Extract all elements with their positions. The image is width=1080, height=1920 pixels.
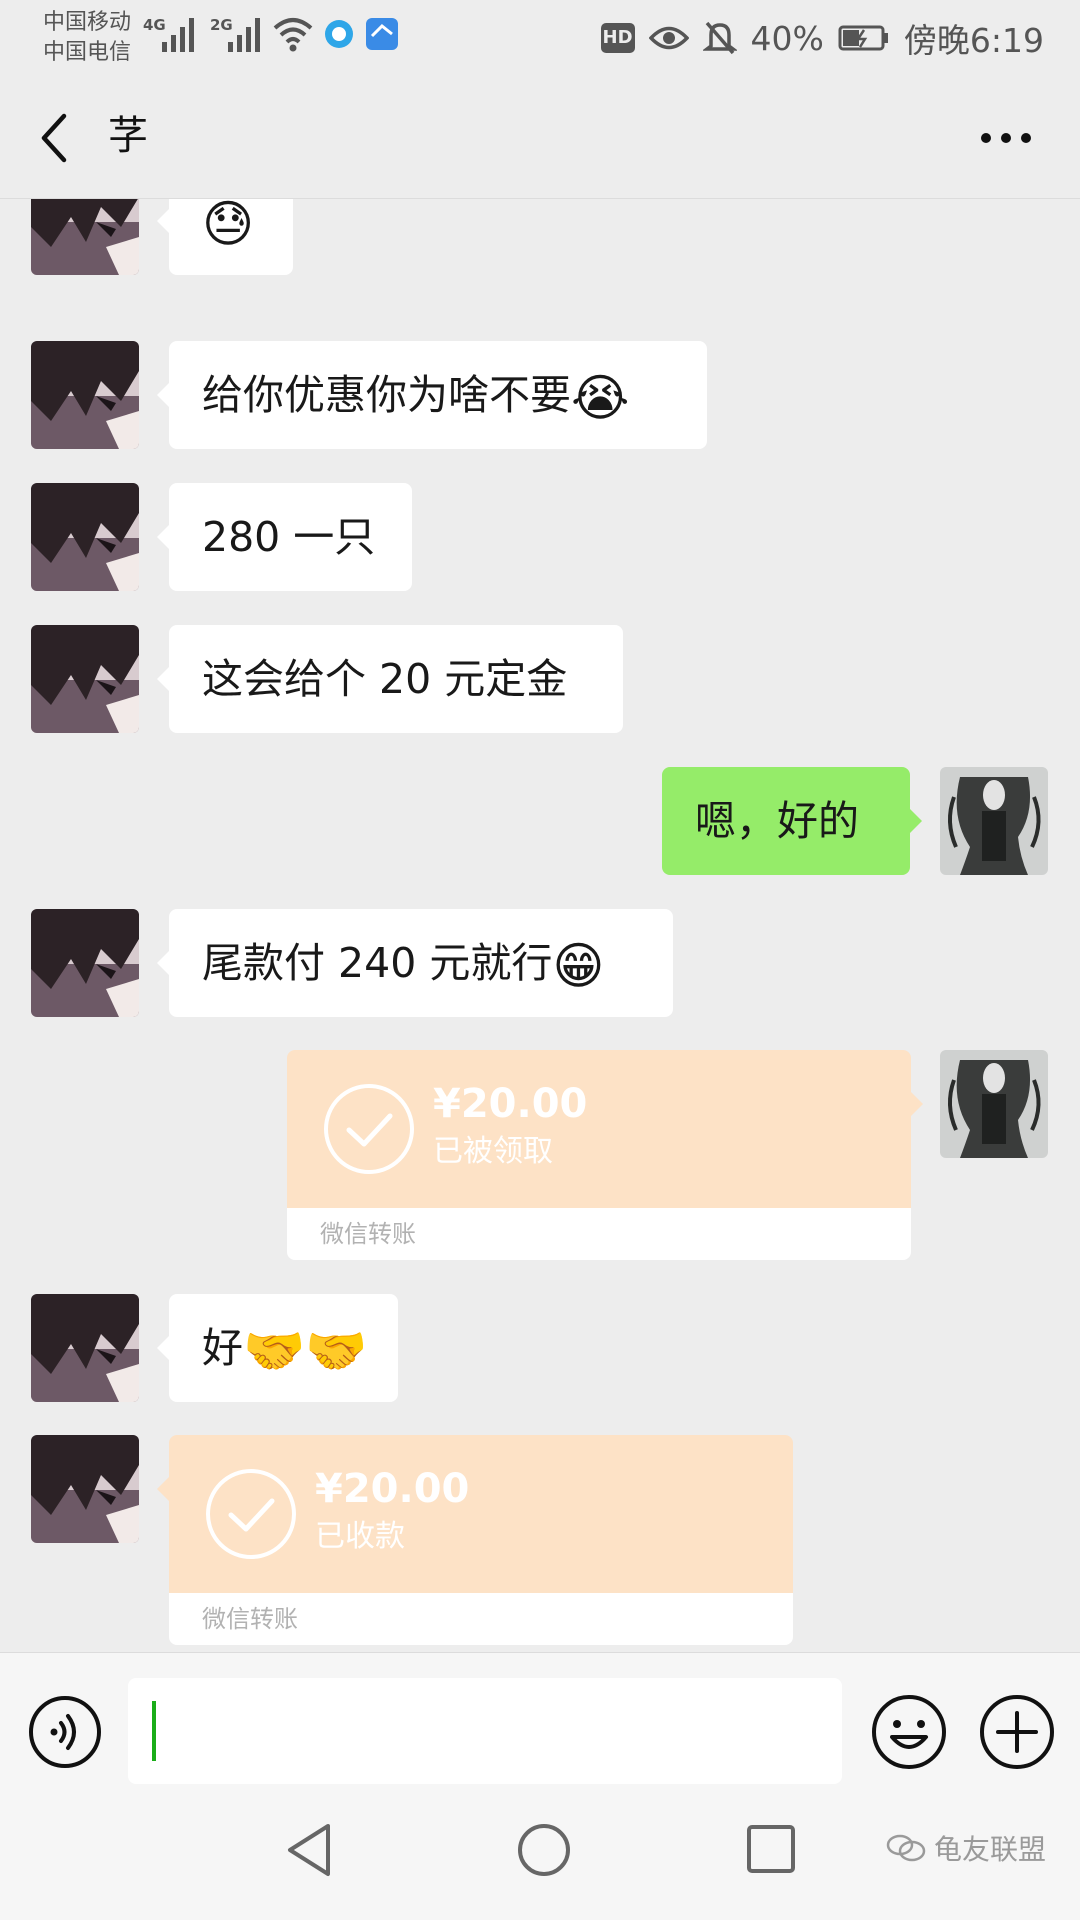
text-cursor [152, 1701, 156, 1761]
transfer-card-received[interactable]: ¥20.00 已收款 微信转账 [157, 1435, 793, 1645]
battery-percent: 40% [750, 18, 824, 58]
contact-avatar[interactable] [31, 1294, 139, 1402]
wifi-icon [273, 18, 313, 52]
carrier-info: 中国移动 中国电信 [43, 8, 131, 68]
transfer-status: 已被领取 [433, 1134, 553, 1169]
message-text: 给你优惠你为啥不要 [202, 371, 571, 419]
contact-avatar[interactable] [31, 909, 139, 1017]
transfer-amount: ¥20.00 [433, 1081, 588, 1127]
my-avatar[interactable] [940, 767, 1048, 875]
message-bubble[interactable]: 这会给个 20 元定金 [157, 625, 623, 733]
contact-avatar[interactable] [31, 483, 139, 591]
more-options-icon[interactable] [978, 128, 1034, 148]
transfer-card-sent[interactable]: ¥20.00 已被领取 微信转账 [287, 1050, 923, 1260]
contact-avatar[interactable] [31, 625, 139, 733]
nav-back-icon[interactable] [282, 1820, 338, 1880]
back-arrow-icon[interactable] [36, 110, 72, 166]
check-circle-icon [206, 1469, 296, 1559]
chat-header: 芓 [0, 80, 1080, 199]
system-nav-bar: 龟友联盟 [0, 1788, 1080, 1920]
emoji: 😓 [202, 199, 255, 253]
message-bubble[interactable]: 😓 [157, 199, 293, 275]
watermark: 龟友联盟 [886, 1828, 1046, 1868]
emoji: 🤝🤝 [243, 1322, 368, 1380]
message-bubble-sent[interactable]: 嗯，好的 [662, 767, 922, 875]
message-text: 好 [202, 1324, 243, 1372]
transfer-label: 微信转账 [287, 1208, 911, 1260]
message-list[interactable]: 😓 给你优惠你为啥不要😭 280 一只 这会给个 20 元定金 嗯，好的 尾款付… [0, 199, 1080, 1651]
mute-bell-icon [702, 21, 737, 55]
contact-avatar[interactable] [31, 199, 139, 275]
emoji-picker-icon[interactable] [870, 1693, 948, 1771]
chat-screen: 中国移动 中国电信 4G 2G HD 40% 傍晚6:19 芓 😓 给你优惠你为… [0, 0, 1080, 1920]
eye-icon [648, 26, 689, 50]
voice-input-icon[interactable] [28, 1695, 102, 1769]
status-indicators: HD 40% 傍晚6:19 [600, 14, 1044, 62]
emoji: 😁 [552, 937, 605, 995]
watermark-text: 龟友联盟 [933, 1833, 1046, 1866]
carrier-2: 中国电信 [43, 40, 132, 65]
message-text: 尾款付 240 元就行 [202, 939, 553, 987]
battery-charging-icon [838, 25, 888, 51]
nav-home-icon[interactable] [514, 1820, 574, 1880]
clock: 傍晚6:19 [903, 21, 1044, 60]
message-text: 嗯，好的 [695, 797, 859, 845]
hd-badge: HD [600, 23, 635, 53]
more-actions-plus-icon[interactable] [978, 1693, 1056, 1771]
message-text: 这会给个 20 元定金 [202, 655, 568, 703]
transfer-label: 微信转账 [169, 1593, 793, 1645]
my-avatar[interactable] [940, 1050, 1048, 1158]
transfer-amount: ¥20.00 [315, 1466, 470, 1512]
signal-icon [228, 18, 260, 52]
status-bar: 中国移动 中国电信 4G 2G HD 40% 傍晚6:19 [0, 0, 1080, 80]
wechat-channel-icon [886, 1834, 926, 1862]
transfer-card-body: ¥20.00 已收款 [157, 1435, 793, 1593]
message-bubble[interactable]: 给你优惠你为啥不要😭 [157, 341, 707, 449]
message-bubble[interactable]: 尾款付 240 元就行😁 [157, 909, 673, 1017]
chat-title: 芓 [108, 113, 148, 159]
transfer-card-body: ¥20.00 已被领取 [287, 1050, 923, 1208]
check-circle-icon [324, 1084, 414, 1174]
carrier-1: 中国移动 [43, 10, 132, 35]
message-input[interactable] [128, 1678, 842, 1784]
contact-avatar[interactable] [31, 341, 139, 449]
nav-recent-apps-icon[interactable] [744, 1822, 798, 1876]
contact-avatar[interactable] [31, 1435, 139, 1543]
transfer-status: 已收款 [315, 1519, 405, 1554]
app-notification-icon [366, 18, 398, 50]
message-bubble[interactable]: 好🤝🤝 [157, 1294, 398, 1402]
app-notification-icon [325, 20, 353, 48]
message-bubble[interactable]: 280 一只 [157, 483, 412, 591]
signal-icon [162, 18, 194, 52]
message-text: 280 一只 [202, 513, 376, 561]
input-bar [0, 1652, 1080, 1789]
emoji: 😭 [571, 369, 630, 427]
